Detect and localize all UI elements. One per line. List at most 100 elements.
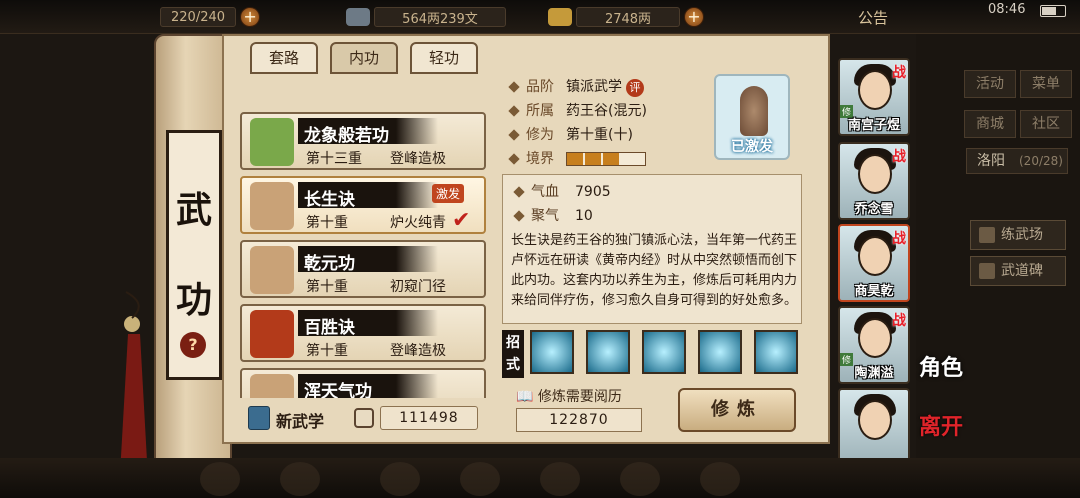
help-icon[interactable]: ? (180, 332, 206, 358)
qi-value: 10 (575, 208, 593, 224)
move-icon-5[interactable] (754, 330, 798, 374)
tab-light-skills[interactable]: 轻功 (410, 42, 478, 74)
dock-icon[interactable] (700, 462, 740, 496)
diamond-bullet-icon (508, 153, 520, 165)
skill-item[interactable]: 百胜诀 第十重 登峰造极 (240, 304, 486, 362)
martial-stele-button[interactable]: 武道碑 (970, 256, 1066, 286)
character-name: 乔念雪 (854, 202, 894, 217)
skill-stage: 炉火纯青 (390, 215, 446, 231)
faction-row: 所属 药王谷(混元) (508, 100, 647, 120)
add-gold-button[interactable]: + (684, 7, 704, 27)
scroll-icon (250, 374, 294, 398)
hp-stat: 气血 7905 (513, 181, 611, 201)
dock-icon[interactable] (200, 462, 240, 496)
character-card[interactable] (838, 388, 910, 466)
skill-item-selected[interactable]: 长生诀 激发 第十重 炉火纯青 ✔ (240, 176, 486, 234)
martial-arts-scroll: 武 功 ? (118, 34, 232, 484)
realm-label: 境界 (526, 151, 554, 167)
train-button[interactable]: 修炼 (678, 388, 796, 432)
character-card[interactable]: 战 修 陶渊溢 (838, 306, 910, 384)
stamina-value: 220/240 (160, 7, 237, 27)
gold-value: 2748两 (576, 7, 680, 27)
silver-icon (346, 8, 370, 26)
skill-name: 龙象般若功 (304, 126, 389, 146)
character-name: 南宫子煜 (847, 118, 900, 133)
battery-icon (1040, 5, 1066, 17)
diamond-bullet-icon (508, 81, 520, 93)
clock: 08:46 (988, 2, 1026, 17)
dock-icon[interactable] (620, 462, 660, 496)
realm-segment (585, 153, 601, 165)
diamond-bullet-icon (513, 210, 525, 222)
battle-tag: 战 (892, 313, 906, 329)
skill-stage: 初窥门径 (390, 279, 446, 295)
tab-inner-skills[interactable]: 内功 (330, 42, 398, 74)
meditating-monk-icon (740, 86, 768, 136)
battle-tag: 战 (892, 231, 906, 247)
hp-label: 气血 (531, 184, 559, 200)
move-icon-4[interactable] (698, 330, 742, 374)
notice-button[interactable]: 公告 (858, 7, 888, 28)
face (858, 400, 892, 440)
character-card[interactable]: 战 乔念雪 (838, 142, 910, 220)
gold-ingot-icon (548, 8, 572, 26)
skill-stats-panel: 气血 7905 聚气 10 长生诀是药王谷的独门镇派心法，当年第一代药王卢怀远在研读… (502, 174, 802, 324)
book-icon: 📖 (516, 389, 538, 405)
character-card-selected[interactable]: 战 商昊乾 (838, 224, 910, 302)
add-stamina-button[interactable]: + (240, 7, 261, 27)
skill-list: 龙象般若功 第十三重 登峰造极 长生诀 激发 第十重 炉火纯青 ✔ 乾元功 第十… (240, 112, 486, 398)
skill-name: 百胜诀 (304, 318, 355, 338)
skill-level: 第十重 (306, 215, 348, 231)
skill-level: 第十重 (306, 343, 348, 359)
battle-tag: 战 (892, 65, 906, 81)
skill-name: 乾元功 (304, 254, 355, 274)
menu-button[interactable]: 菜单 (1020, 70, 1072, 98)
grade-row: 品阶 镇派武学评 (508, 76, 644, 97)
dock-icon[interactable] (280, 462, 320, 496)
skill-stage: 登峰造极 (390, 151, 446, 167)
city-indicator[interactable]: 洛阳 (20/28) (966, 148, 1068, 174)
rating-badge[interactable]: 评 (626, 79, 644, 97)
requirement-label: 修炼需要阅历 (537, 389, 622, 405)
silver-counter: 564两239文 (346, 6, 506, 28)
skill-portrait[interactable]: 已激发 (714, 74, 790, 160)
tab-routines[interactable]: 套路 (250, 42, 318, 74)
new-skill-book-icon[interactable] (248, 406, 270, 430)
realm-segment (621, 153, 637, 165)
skill-item[interactable]: 浑天气功 (240, 368, 486, 398)
skill-item[interactable]: 乾元功 第十重 初窥门径 (240, 240, 486, 298)
skill-item[interactable]: 龙象般若功 第十三重 登峰造极 (240, 112, 486, 170)
skill-scroll-icon (354, 408, 374, 428)
dock-icon[interactable] (540, 462, 580, 496)
checkmark-icon: ✔ (452, 208, 471, 233)
shop-button[interactable]: 商城 (964, 110, 1016, 138)
character-card[interactable]: 战 修 南宫子煜 (838, 58, 910, 136)
role-tab[interactable]: 角色 (916, 356, 966, 410)
dock-icon[interactable] (380, 462, 420, 496)
grade-value: 镇派武学 (566, 79, 622, 95)
skill-level: 第十三重 (306, 151, 362, 167)
character-name: 陶渊溢 (854, 366, 894, 381)
activated-label: 已激发 (731, 139, 773, 155)
activity-button[interactable]: 活动 (964, 70, 1016, 98)
character-name: 商昊乾 (854, 284, 894, 299)
city-name: 洛阳 (977, 153, 1005, 169)
gold-counter: 2748两 + (548, 6, 704, 28)
skill-name: 长生诀 (304, 190, 355, 210)
skill-level: 第十重 (306, 279, 348, 295)
moves-label: 招式 (502, 330, 524, 378)
skill-book-icon (250, 118, 294, 166)
move-icon-1[interactable] (530, 330, 574, 374)
realm-row: 境界 (508, 148, 646, 168)
dock-icon[interactable] (460, 462, 500, 496)
qi-label: 聚气 (531, 208, 559, 224)
practice-ground-button[interactable]: 练武场 (970, 220, 1066, 250)
community-button[interactable]: 社区 (1020, 110, 1072, 138)
diamond-bullet-icon (508, 105, 520, 117)
cultivation-value: 第十重(十) (566, 127, 633, 143)
resource-bar: 220/240 + 564两239文 2748两 + 公告 08:46 (0, 0, 1080, 34)
face (858, 236, 892, 276)
move-icon-3[interactable] (642, 330, 686, 374)
move-icon-2[interactable] (586, 330, 630, 374)
new-skill-button[interactable]: 新武学 (276, 408, 324, 432)
